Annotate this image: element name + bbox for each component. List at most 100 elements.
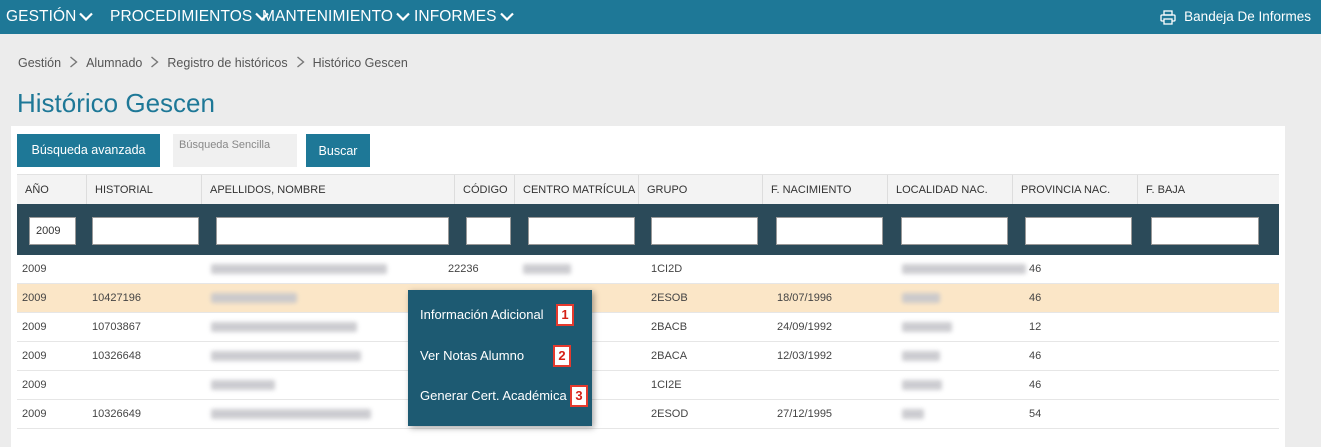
menu-item-generar-certificado[interactable]: Generar Cert. Académica	[420, 386, 567, 406]
breadcrumb-item-gestion[interactable]: Gestión	[18, 56, 61, 70]
cell-grupo: 1CI2E	[651, 379, 682, 391]
table-row-selected[interactable]: 2009 10427196 2ESOB 18/07/1996 46	[17, 284, 1279, 313]
redacted-localidad	[902, 264, 1026, 274]
nav-procedimientos[interactable]: PROCEDIMIENTOS	[110, 0, 270, 34]
chevron-right-icon	[151, 56, 159, 68]
filter-row	[17, 204, 1279, 255]
column-header-codigo[interactable]: CÓDIGO	[454, 175, 514, 205]
cell-historial: 10326648	[92, 350, 141, 362]
menu-item-ver-notas[interactable]: Ver Notas Alumno	[420, 346, 524, 366]
filter-codigo-input[interactable]	[466, 217, 511, 245]
menu-item-informacion-adicional[interactable]: Información Adicional	[420, 305, 544, 325]
nav-mantenimiento[interactable]: MANTENIMIENTO	[262, 0, 410, 34]
cell-grupo: 2BACA	[651, 350, 688, 362]
filter-baja-input[interactable]	[1151, 217, 1259, 245]
cell-grupo: 2ESOD	[651, 408, 689, 420]
column-header-historial[interactable]: HISTORIAL	[86, 175, 201, 205]
cell-provincia: 46	[1029, 379, 1042, 391]
chevron-right-icon	[296, 56, 305, 68]
cell-nacimiento: 12/03/1992	[777, 350, 833, 362]
results-panel: Búsqueda avanzada Buscar AÑO HISTORIAL A…	[11, 126, 1285, 447]
bandeja-informes-link[interactable]: Bandeja De Informes	[1160, 0, 1311, 34]
redacted-name	[211, 322, 357, 332]
badge-number-2: 2	[553, 345, 571, 367]
cell-provincia: 46	[1029, 292, 1042, 304]
badge-number-3: 3	[570, 385, 588, 407]
redacted-name	[211, 264, 387, 274]
column-header-localidad[interactable]: LOCALIDAD NAC.	[887, 175, 1012, 205]
column-header-nacimiento[interactable]: F. NACIMIENTO	[762, 175, 887, 205]
cell-provincia: 54	[1029, 408, 1042, 420]
filter-historial-input[interactable]	[92, 217, 199, 245]
cell-grupo: 1CI2D	[651, 263, 683, 275]
table-row[interactable]: 2009 10703867 2BACB 24/09/1992 12	[17, 313, 1279, 342]
redacted-localidad	[902, 293, 940, 303]
cell-grupo: 2BACB	[651, 321, 688, 333]
column-header-grupo[interactable]: GRUPO	[638, 175, 762, 205]
chevron-down-icon	[396, 13, 410, 22]
cell-anio: 2009	[22, 263, 47, 275]
advanced-search-button[interactable]: Búsqueda avanzada	[17, 134, 160, 167]
row-context-menu: Información Adicional 1 Ver Notas Alumno…	[408, 290, 592, 426]
nav-informes-label: INFORMES	[414, 8, 497, 25]
table-row[interactable]: 2009 1CI2E 46	[17, 371, 1279, 400]
cell-historial: 10427196	[92, 292, 141, 304]
nav-informes[interactable]: INFORMES	[414, 0, 514, 34]
redacted-name	[211, 409, 371, 419]
cell-anio: 2009	[22, 379, 47, 391]
search-button[interactable]: Buscar	[306, 134, 370, 167]
cell-provincia: 12	[1029, 321, 1042, 333]
column-header-provincia[interactable]: PROVINCIA NAC.	[1012, 175, 1137, 205]
redacted-name	[211, 293, 297, 303]
chevron-down-icon	[79, 13, 94, 22]
filter-nacimiento-input[interactable]	[776, 217, 883, 245]
cell-codigo: 22236	[448, 263, 479, 275]
redacted-localidad	[902, 409, 924, 419]
redacted-localidad	[902, 380, 942, 390]
breadcrumb-item-registro[interactable]: Registro de históricos	[167, 56, 287, 70]
filter-centro-input[interactable]	[528, 217, 635, 245]
cell-nacimiento: 18/07/1996	[777, 292, 833, 304]
filter-provincia-input[interactable]	[1025, 217, 1132, 245]
redacted-localidad	[902, 322, 952, 332]
simple-search-input[interactable]	[173, 134, 297, 167]
cell-anio: 2009	[22, 321, 47, 333]
filter-localidad-input[interactable]	[901, 217, 1008, 245]
printer-icon	[1160, 10, 1176, 25]
bandeja-informes-label: Bandeja De Informes	[1184, 9, 1311, 24]
nav-procedimientos-label: PROCEDIMIENTOS	[110, 8, 253, 25]
redacted-name	[211, 380, 275, 390]
column-header-baja[interactable]: F. BAJA	[1137, 175, 1279, 205]
table-row[interactable]: 2009 10326648 2BACA 12/03/1992 46	[17, 342, 1279, 371]
cell-provincia: 46	[1029, 263, 1042, 275]
cell-historial: 10703867	[92, 321, 141, 333]
top-navigation-bar: GESTIÓN PROCEDIMIENTOS MANTENIMIENTO INF…	[0, 0, 1321, 34]
table-row[interactable]: 2009 10326649 21378 46007748 2ESOD 27/12…	[17, 400, 1279, 429]
chevron-right-icon	[70, 56, 78, 68]
cell-anio: 2009	[22, 292, 47, 304]
filter-grupo-input[interactable]	[651, 217, 758, 245]
cell-anio: 2009	[22, 350, 47, 362]
breadcrumb-item-current: Histórico Gescen	[312, 56, 408, 70]
badge-number-1: 1	[556, 304, 574, 326]
breadcrumb-item-alumnado[interactable]: Alumnado	[86, 56, 142, 70]
page-title: Histórico Gescen	[17, 88, 215, 118]
nav-mantenimiento-label: MANTENIMIENTO	[262, 8, 394, 25]
table-header: AÑO HISTORIAL APELLIDOS, NOMBRE CÓDIGO C…	[17, 174, 1279, 206]
cell-grupo: 2ESOB	[651, 292, 688, 304]
cell-provincia: 46	[1029, 350, 1042, 362]
cell-anio: 2009	[22, 408, 47, 420]
cell-nacimiento: 27/12/1995	[777, 408, 833, 420]
cell-nacimiento: 24/09/1992	[777, 321, 833, 333]
column-header-apellidos[interactable]: APELLIDOS, NOMBRE	[201, 175, 454, 205]
redacted-name	[211, 351, 361, 361]
nav-gestion[interactable]: GESTIÓN	[6, 0, 94, 34]
filter-apellidos-input[interactable]	[216, 217, 449, 245]
filter-anio-input[interactable]	[29, 217, 76, 245]
column-header-anio[interactable]: AÑO	[17, 175, 86, 205]
chevron-down-icon	[499, 13, 514, 22]
breadcrumb: Gestión Alumnado Registro de históricos His…	[18, 56, 408, 70]
redacted-localidad	[902, 351, 940, 361]
table-row[interactable]: 2009 22236 1CI2D 46	[17, 255, 1279, 284]
column-header-centro[interactable]: CENTRO MATRÍCULA	[514, 175, 638, 205]
